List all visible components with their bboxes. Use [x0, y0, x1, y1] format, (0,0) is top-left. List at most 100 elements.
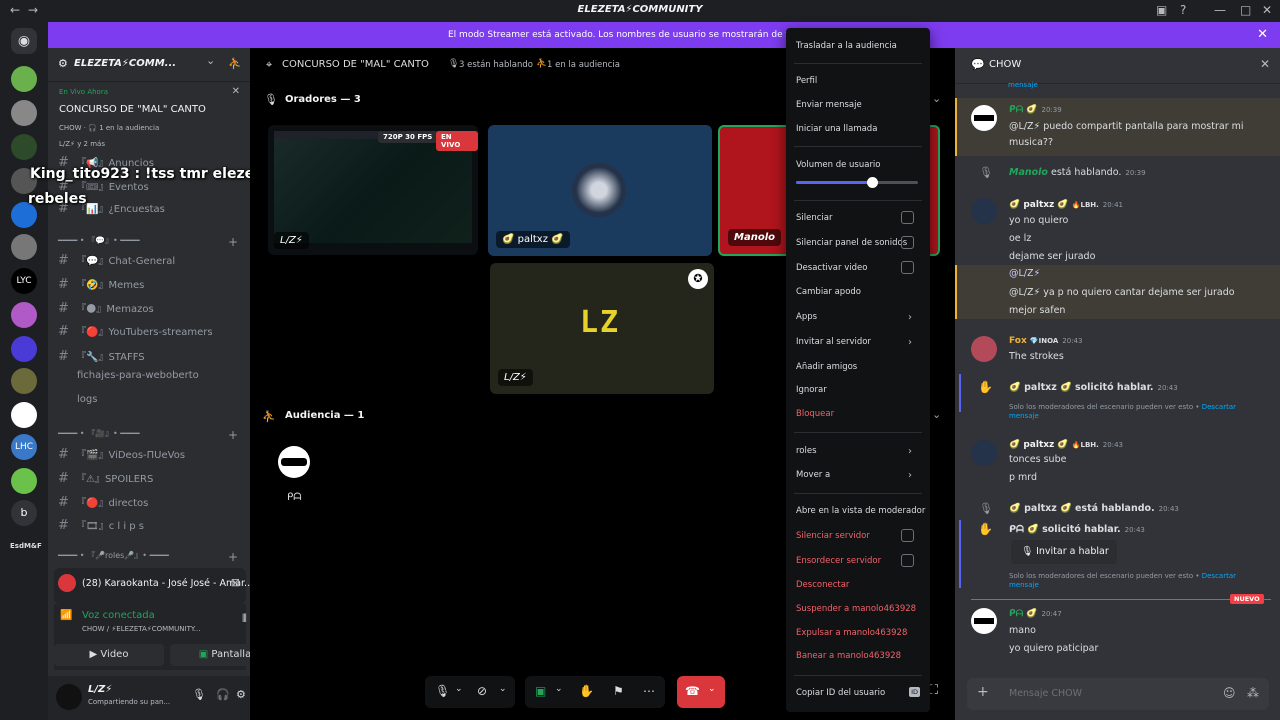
copy-user-id-item[interactable]: Copiar ID del usuario ID: [796, 687, 922, 698]
channel-category[interactable]: ━━━━ • 『🎤roles🎤』• ━━━━ +: [58, 550, 238, 564]
avatar[interactable]: [971, 440, 997, 466]
microphone-icon[interactable]: 🎙: [435, 684, 450, 698]
ban-item[interactable]: Banear a manolo463928: [796, 651, 922, 661]
server-label[interactable]: EsdM&F: [10, 542, 42, 550]
block-item[interactable]: Bloquear: [796, 409, 922, 419]
close-icon[interactable]: ⊠: [231, 576, 240, 589]
server-icon[interactable]: LHC: [11, 434, 37, 460]
checkbox[interactable]: [901, 211, 914, 224]
message-author[interactable]: Fox 💎INOA 20:43: [1009, 336, 1082, 346]
server-mute-item[interactable]: Silenciar servidor: [796, 529, 922, 542]
server-icon[interactable]: [11, 468, 37, 494]
channel-item[interactable]: # 『🔴』directos: [58, 494, 148, 510]
server-icon[interactable]: [11, 100, 37, 126]
timeout-item[interactable]: Suspender a manolo463928: [796, 604, 922, 614]
moderator-view-item[interactable]: Abre en la vista de moderador: [796, 506, 925, 516]
plus-icon[interactable]: +: [228, 550, 238, 564]
checkbox[interactable]: [901, 236, 914, 249]
server-icon[interactable]: [11, 234, 37, 260]
avatar[interactable]: [971, 608, 997, 634]
stream-tile[interactable]: 720P 30 FPS EN VIVO L/Z⚡: [268, 125, 478, 255]
checkbox[interactable]: [901, 261, 914, 274]
chevron-down-icon[interactable]: ⌄: [932, 408, 941, 421]
maximize-icon[interactable]: □: [1240, 3, 1251, 17]
channel-item[interactable]: # 『🌑』Memazos: [58, 300, 154, 316]
message-author[interactable]: ᑭᗩ 🥑 20:47: [1009, 609, 1062, 619]
plus-icon[interactable]: +: [228, 235, 238, 249]
kick-item[interactable]: Expulsar a manolo463928: [796, 628, 922, 638]
message-author[interactable]: 🥑 paltxz 🥑 🔥LBH. 20:41: [1009, 200, 1123, 210]
server-icon[interactable]: b: [11, 500, 37, 526]
server-icon[interactable]: LYC: [11, 268, 37, 294]
add-user-icon[interactable]: ⛹: [228, 57, 242, 70]
speaker-tile[interactable]: LZ ✪ L/Z⚡: [490, 263, 714, 394]
plus-icon[interactable]: +: [977, 684, 989, 700]
leave-stage-button[interactable]: ☎ ⌄: [677, 676, 725, 708]
dismiss-link[interactable]: mensaje: [1009, 412, 1039, 420]
server-icon[interactable]: [11, 134, 37, 160]
channel-item[interactable]: # 『💬』Chat-General: [58, 252, 175, 268]
user-name[interactable]: L/Z⚡: [88, 684, 112, 695]
avatar[interactable]: [971, 198, 997, 224]
server-icon[interactable]: [11, 302, 37, 328]
channel-item[interactable]: fichajes-para-weboberto: [58, 370, 199, 381]
fullscreen-icon[interactable]: ⛶: [929, 683, 938, 698]
volume-handle[interactable]: [866, 177, 878, 188]
camera-off-icon[interactable]: ⊘: [477, 684, 487, 698]
chevron-down-icon[interactable]: ⌄: [455, 684, 463, 694]
close-icon[interactable]: ✕: [232, 86, 240, 97]
avatar[interactable]: [971, 105, 997, 131]
now-playing-bar[interactable]: (28) Karaokanta - José José - Amar... ⊠: [54, 568, 253, 604]
invite-to-speak-button[interactable]: 🎙 Invitar a hablar: [1011, 540, 1117, 564]
server-deafen-item[interactable]: Ensordecer servidor: [796, 554, 922, 567]
apps-item[interactable]: Apps ›: [796, 312, 922, 323]
apps-icon[interactable]: ⁂: [1247, 686, 1259, 700]
speaker-tile[interactable]: 🥑 paltxz 🥑: [488, 125, 712, 256]
close-icon[interactable]: ✕: [1260, 57, 1270, 71]
disconnect-item[interactable]: Desconectar: [796, 580, 922, 590]
message-author[interactable]: 🥑 paltxz 🥑 🔥LBH. 20:43: [1009, 440, 1123, 450]
emoji-icon[interactable]: ☺: [1223, 686, 1236, 700]
channel-item[interactable]: logs: [58, 394, 97, 405]
channel-item[interactable]: # 『🔴』YouTubers-streamers: [58, 323, 213, 339]
dismiss-link[interactable]: mensaje: [1008, 81, 1038, 89]
channel-category[interactable]: ━━━━ • 『🎥』• ━━━━ +: [58, 428, 238, 442]
discord-home-icon[interactable]: ◉: [11, 28, 37, 54]
close-window-icon[interactable]: ✕: [1262, 3, 1272, 17]
mute-item[interactable]: Silenciar: [796, 211, 922, 224]
server-icon[interactable]: [11, 66, 37, 92]
avatar[interactable]: [971, 336, 997, 362]
chevron-down-icon[interactable]: ⌄: [555, 684, 563, 694]
message-author[interactable]: ᑭᗩ 🥑 20:39: [1009, 105, 1062, 115]
plus-icon[interactable]: +: [228, 428, 238, 442]
volume-slider[interactable]: [796, 177, 918, 188]
channel-item[interactable]: # 『🎬』ViDeos-ΠUeVos: [58, 446, 185, 462]
server-header[interactable]: ⚙ ELEZETA⚡COMM... ⌄ ⛹: [48, 48, 250, 82]
change-nickname-item[interactable]: Cambiar apodo: [796, 287, 922, 297]
start-call-item[interactable]: Iniciar una llamada: [796, 124, 922, 134]
ignore-item[interactable]: Ignorar: [796, 385, 922, 395]
mute-soundboard-item[interactable]: Silenciar panel de sonidos: [796, 236, 922, 249]
dismiss-link[interactable]: mensaje: [1009, 581, 1039, 589]
voice-status[interactable]: Voz conectada: [82, 610, 155, 621]
message-input[interactable]: + Mensaje CHOW ☺ ⁂: [967, 678, 1269, 710]
chevron-down-icon[interactable]: ⌄: [932, 92, 941, 105]
settings-icon[interactable]: ⚙: [236, 688, 246, 701]
live-stage-card[interactable]: En Vivo Ahora CONCURSO DE "MAL" CANTO CH…: [52, 82, 246, 164]
channel-item[interactable]: # 『🤣』Memes: [58, 276, 144, 292]
help-icon[interactable]: ?: [1180, 3, 1186, 17]
minimize-icon[interactable]: —: [1214, 3, 1226, 17]
more-icon[interactable]: ⋯: [643, 684, 655, 698]
channel-category[interactable]: ━━━━ • 『💬』• ━━━━ +: [58, 235, 238, 249]
inbox-icon[interactable]: ▣: [1156, 3, 1167, 17]
invite-to-server-item[interactable]: Invitar al servidor ›: [796, 337, 922, 348]
screen-share-icon[interactable]: ▣: [535, 684, 546, 698]
send-message-item[interactable]: Enviar mensaje: [796, 100, 922, 110]
move-to-audience-item[interactable]: Trasladar a la audiencia: [796, 41, 922, 51]
avatar[interactable]: [278, 446, 310, 478]
chevron-down-icon[interactable]: ⌄: [499, 684, 507, 694]
channel-item[interactable]: # 『🎞』c l i p s: [58, 517, 144, 533]
video-button[interactable]: ▶︎ Video: [54, 644, 164, 666]
close-icon[interactable]: ✕: [1257, 27, 1268, 42]
activity-icon[interactable]: ⚑: [613, 684, 624, 698]
